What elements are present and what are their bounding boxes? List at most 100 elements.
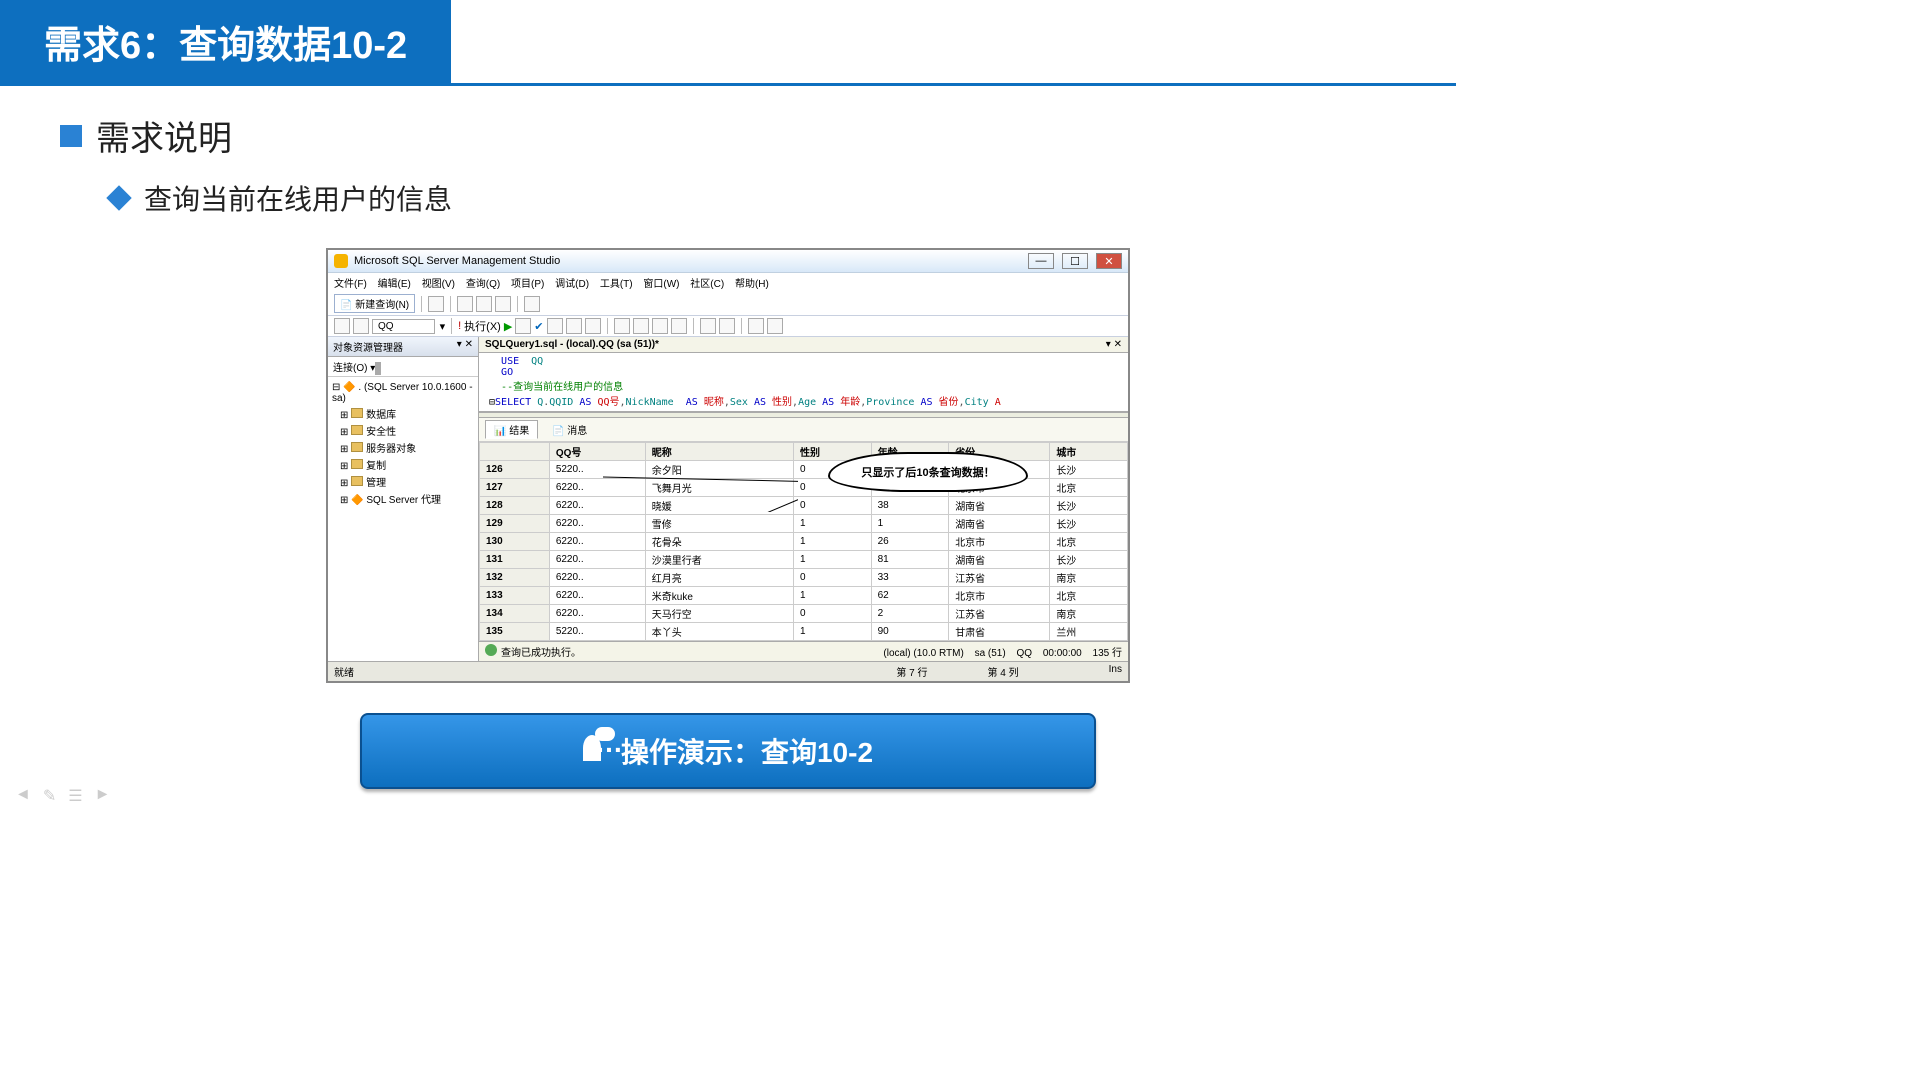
ssms-screenshot: Microsoft SQL Server Management Studio —… xyxy=(326,248,1130,683)
column-header[interactable]: 城市 xyxy=(1050,443,1128,461)
toolbar-icon[interactable] xyxy=(566,318,582,334)
pen-icon[interactable]: ✎ xyxy=(43,786,56,806)
toolbar-icon[interactable] xyxy=(633,318,649,334)
demo-button[interactable]: … 操作演示：查询10-2 xyxy=(360,713,1096,789)
check-icon[interactable]: ✔ xyxy=(534,320,543,333)
toolbar-icon[interactable] xyxy=(334,318,350,334)
status-ins: Ins xyxy=(1109,664,1122,679)
results-tab[interactable]: 📊 结果 xyxy=(485,420,538,439)
maximize-button[interactable]: ☐ xyxy=(1062,253,1088,269)
menubar: 文件(F) 编辑(E) 视图(V) 查询(Q) 项目(P) 调试(D) 工具(T… xyxy=(328,273,1128,292)
menu-debug[interactable]: 调试(D) xyxy=(555,279,589,290)
tab-close-icon[interactable]: ✕ xyxy=(1114,339,1122,350)
query-status-bar: 查询已成功执行。 (local) (10.0 RTM) sa (51) QQ 0… xyxy=(479,641,1128,661)
demo-button-label: 操作演示：查询10-2 xyxy=(621,731,873,771)
stop-icon[interactable] xyxy=(515,318,531,334)
toolbar-icon[interactable] xyxy=(767,318,783,334)
tree-node[interactable]: 服务器对象 xyxy=(366,444,416,455)
menu-tools[interactable]: 工具(T) xyxy=(600,279,633,290)
execute-button[interactable]: 执行(X) xyxy=(464,318,501,334)
status-line: 第 7 行 xyxy=(896,664,927,679)
table-row[interactable]: 1306220..花骨朵126北京市北京 xyxy=(480,533,1128,551)
table-row[interactable]: 1336220..米奇kuke162北京市北京 xyxy=(480,587,1128,605)
indent-icon[interactable] xyxy=(700,318,716,334)
toolbar-icon[interactable] xyxy=(353,318,369,334)
table-row[interactable]: 1276220..飞舞月光041北京市北京 xyxy=(480,479,1128,497)
toolbar-icon[interactable] xyxy=(614,318,630,334)
table-row[interactable]: 1346220..天马行空02江苏省南京 xyxy=(480,605,1128,623)
save-icon[interactable] xyxy=(476,296,492,312)
section-label: 需求说明 xyxy=(96,111,232,160)
menu-query[interactable]: 查询(Q) xyxy=(466,279,500,290)
tree-node[interactable]: 管理 xyxy=(366,478,386,489)
success-icon xyxy=(485,644,497,656)
status-user: sa (51) xyxy=(975,648,1006,659)
slide-title: 需求6：查询数据10-2 xyxy=(0,0,451,83)
square-bullet-icon xyxy=(60,125,82,147)
menu-edit[interactable]: 编辑(E) xyxy=(378,279,411,290)
callout-annotation: 只显示了后10条查询数据！ xyxy=(828,452,1028,492)
play-icon[interactable]: ▶ xyxy=(504,320,512,333)
minimize-button[interactable]: — xyxy=(1028,253,1054,269)
table-row[interactable]: 1355220..本丫头190甘肃省兰州 xyxy=(480,623,1128,641)
close-panel-icon[interactable]: ✕ xyxy=(465,339,473,350)
callout-text: 只显示了后10条查询数据！ xyxy=(828,452,1028,492)
status-col: 第 4 列 xyxy=(988,664,1019,679)
requirement-text: 查询当前在线用户的信息 xyxy=(144,178,452,218)
object-tree[interactable]: ⊟ 🔶 . (SQL Server 10.0.1600 - sa) ⊞ 数据库 … xyxy=(328,377,478,511)
menu-view[interactable]: 视图(V) xyxy=(422,279,455,290)
table-row[interactable]: 1286220..晓媛038湖南省长沙 xyxy=(480,497,1128,515)
toolbar-icon[interactable] xyxy=(547,318,563,334)
menu-help[interactable]: 帮助(H) xyxy=(735,279,769,290)
table-row[interactable]: 1296220..雪修11湖南省长沙 xyxy=(480,515,1128,533)
tree-node[interactable]: 复制 xyxy=(366,461,386,472)
sql-editor[interactable]: USE QQ GO --查询当前在线用户的信息 ⊟SELECT Q.QQID A… xyxy=(479,353,1128,412)
toolbar-icon[interactable] xyxy=(524,296,540,312)
slide-nav: ◄ ✎ ☰ ► xyxy=(15,786,110,806)
toolbar-icon[interactable] xyxy=(652,318,668,334)
toolbar-icon[interactable] xyxy=(671,318,687,334)
object-explorer: 对象资源管理器▾ ✕ 连接(O) ▾ ⊟ 🔶 . (SQL Server 10.… xyxy=(328,337,479,661)
menu-window[interactable]: 窗口(W) xyxy=(643,279,679,290)
database-selector[interactable]: QQ xyxy=(372,319,435,334)
new-query-button[interactable]: 📄 新建查询(N) xyxy=(334,294,415,313)
connect-button[interactable]: 连接(O) xyxy=(333,363,367,374)
column-header[interactable]: QQ号 xyxy=(549,443,645,461)
pin-icon[interactable]: ▾ xyxy=(457,339,462,350)
menu-community[interactable]: 社区(C) xyxy=(690,279,724,290)
table-row[interactable]: 1316220..沙漠里行者181湖南省长沙 xyxy=(480,551,1128,569)
status-db: QQ xyxy=(1016,648,1032,659)
table-row[interactable]: 1265220..余夕阳023湖南省长沙 xyxy=(480,461,1128,479)
column-header[interactable] xyxy=(480,443,550,461)
close-button[interactable]: ✕ xyxy=(1096,253,1122,269)
save-all-icon[interactable] xyxy=(495,296,511,312)
tree-node[interactable]: 安全性 xyxy=(366,427,396,438)
messages-tab[interactable]: 📄 消息 xyxy=(544,421,595,438)
menu-file[interactable]: 文件(F) xyxy=(334,279,367,290)
outdent-icon[interactable] xyxy=(719,318,735,334)
table-row[interactable]: 1326220..红月亮033江苏省南京 xyxy=(480,569,1128,587)
open-icon[interactable] xyxy=(457,296,473,312)
results-grid[interactable]: QQ号昵称性别年龄省份城市 1265220..余夕阳023湖南省长沙127622… xyxy=(479,442,1128,641)
ssms-app-icon xyxy=(334,254,348,268)
tab-dropdown-icon[interactable]: ▾ xyxy=(1106,339,1111,350)
column-header[interactable]: 昵称 xyxy=(645,443,793,461)
status-time: 00:00:00 xyxy=(1043,648,1082,659)
next-icon[interactable]: ► xyxy=(95,786,111,806)
toolbar-icon[interactable] xyxy=(585,318,601,334)
diamond-bullet-icon xyxy=(106,185,131,210)
tree-node[interactable]: SQL Server 代理 xyxy=(366,495,441,506)
editor-tab[interactable]: SQLQuery1.sql - (local).QQ (sa (51))* xyxy=(485,339,659,350)
app-status-bar: 就绪 第 7 行 第 4 列 Ins xyxy=(328,661,1128,681)
comment-icon[interactable] xyxy=(748,318,764,334)
menu-project[interactable]: 项目(P) xyxy=(511,279,544,290)
toolbar-1: 📄 新建查询(N) xyxy=(328,292,1128,316)
tree-node[interactable]: 数据库 xyxy=(366,410,396,421)
requirement-item: 查询当前在线用户的信息 xyxy=(110,178,1396,218)
toolbar-icon[interactable] xyxy=(379,362,381,375)
section-heading: 需求说明 xyxy=(60,111,1396,160)
prev-icon[interactable]: ◄ xyxy=(15,786,31,806)
server-node[interactable]: . (SQL Server 10.0.1600 - sa) xyxy=(332,382,473,404)
toolbar-icon[interactable] xyxy=(428,296,444,312)
menu-icon[interactable]: ☰ xyxy=(68,786,82,806)
